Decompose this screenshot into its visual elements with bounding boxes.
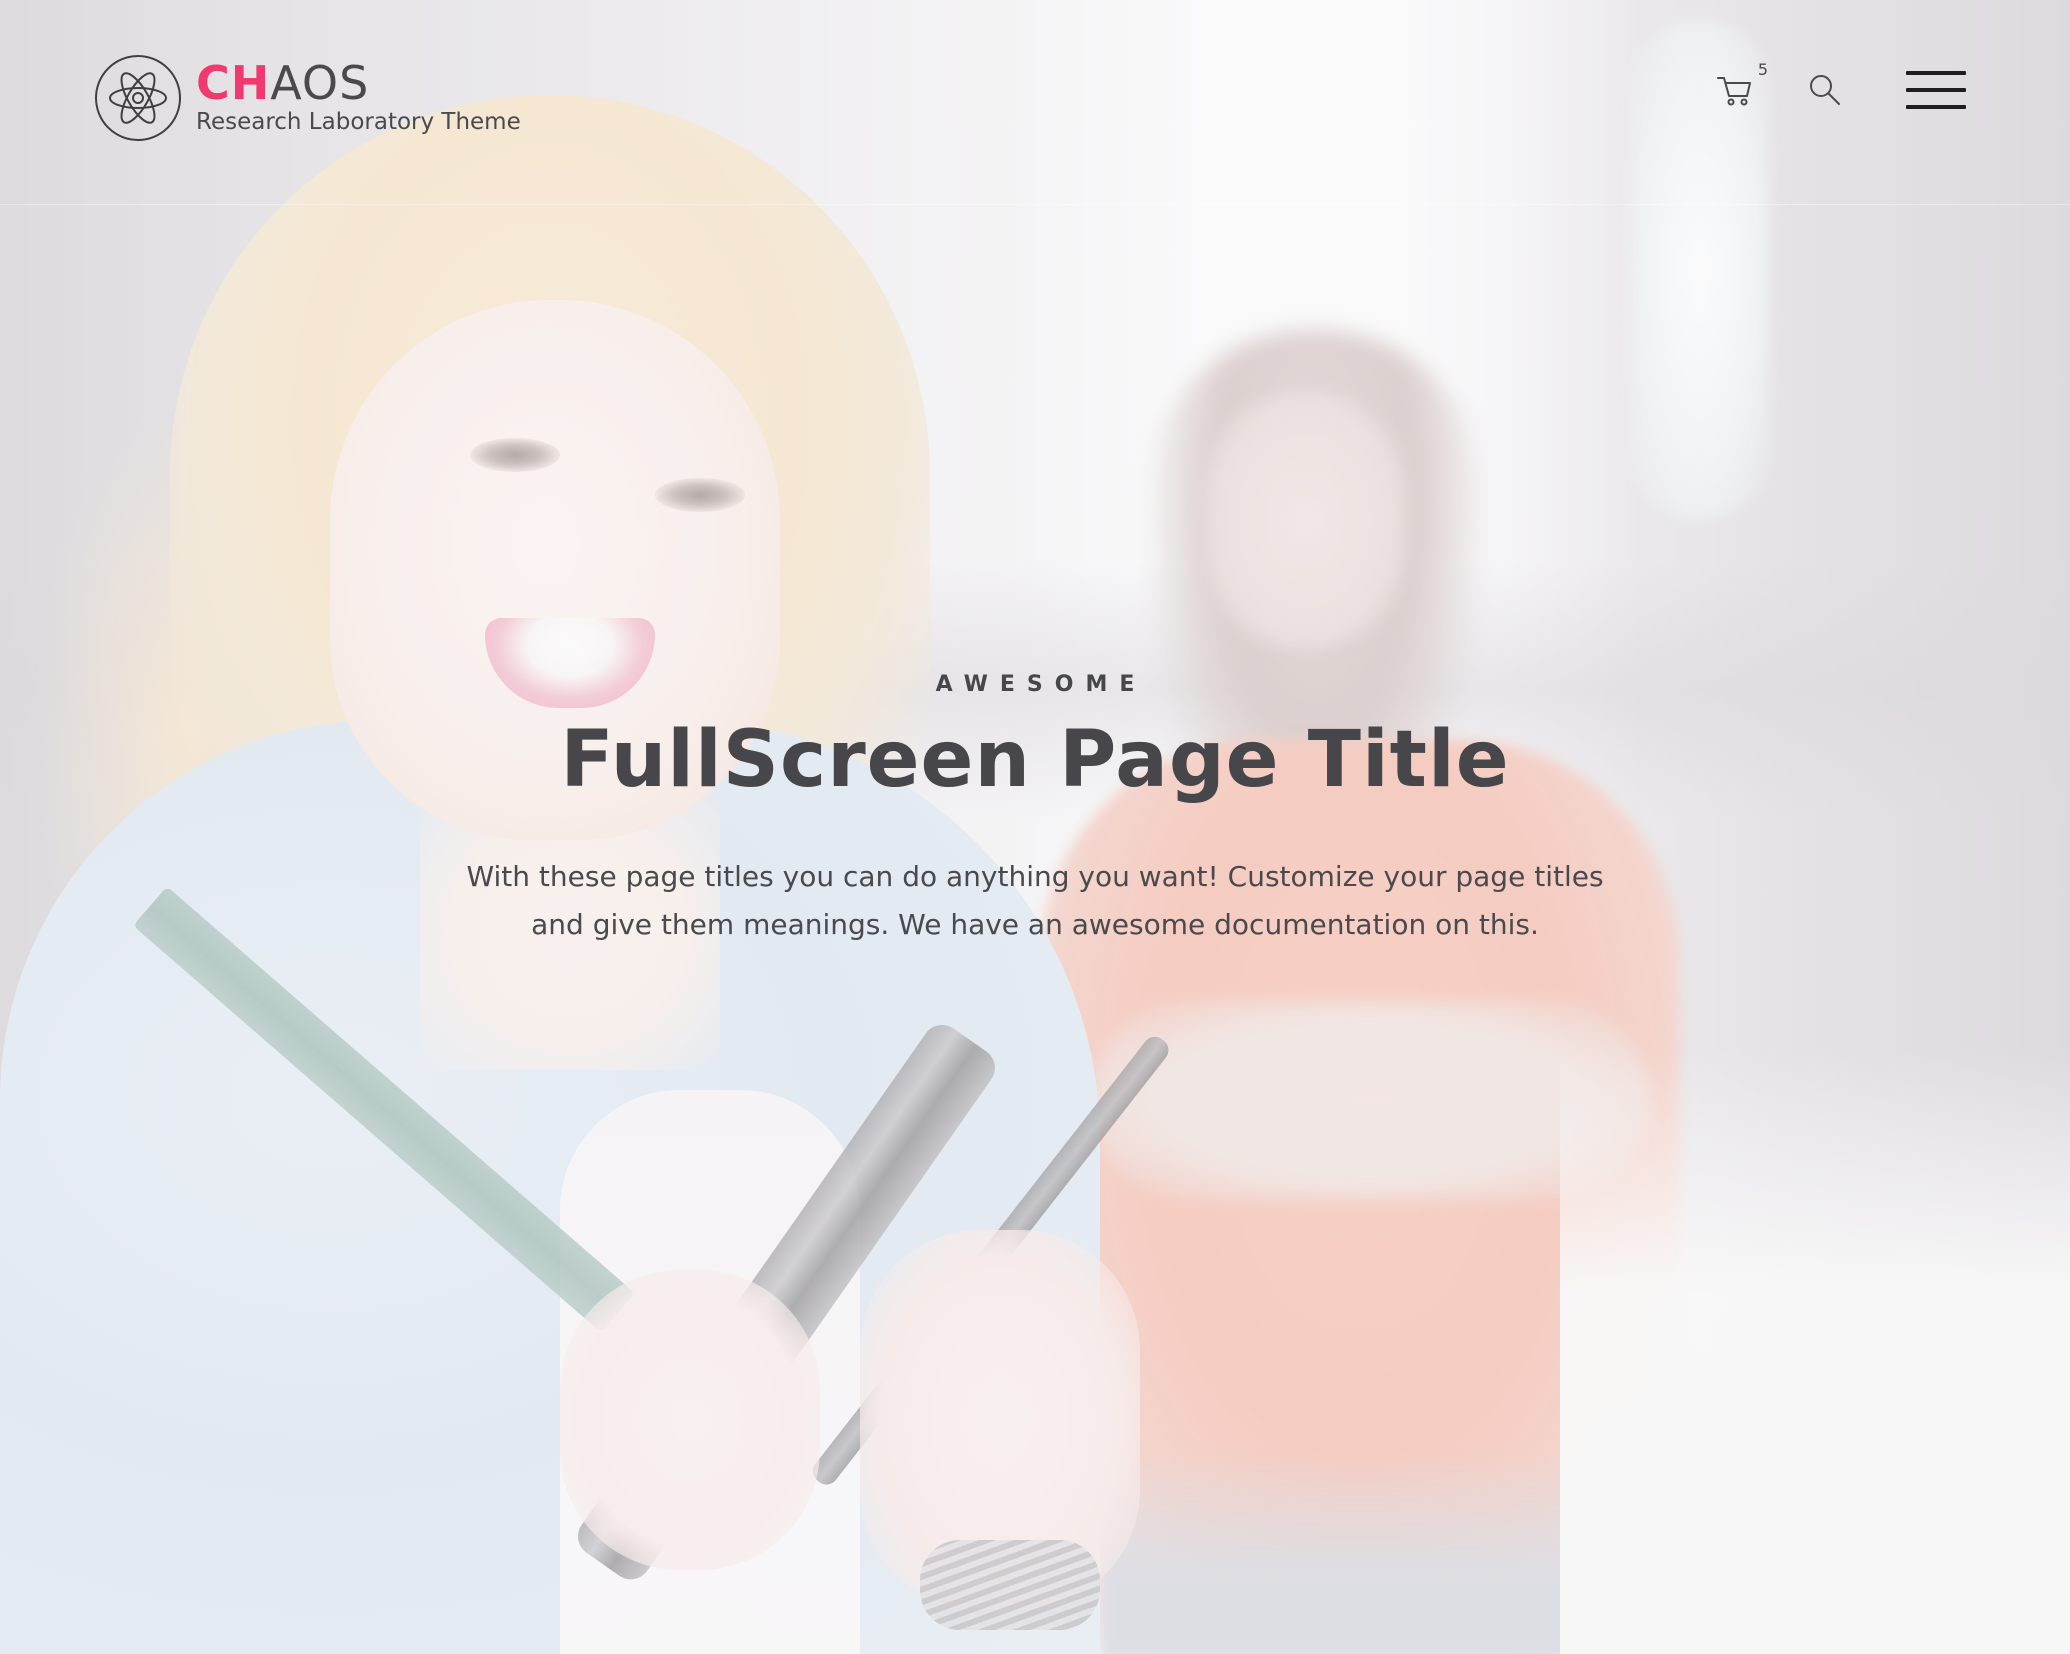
header-actions: 5 [1714, 60, 1966, 110]
page-title-block: AWESOME FullScreen Page Title With these… [0, 672, 2070, 949]
student-hand-right [860, 1230, 1140, 1610]
background-person-arms [1090, 1000, 1650, 1200]
brand-name-rest: AOS [270, 56, 370, 110]
cart-count-badge: 5 [1757, 60, 1768, 79]
bracelets [920, 1540, 1100, 1630]
atom-icon [95, 55, 181, 141]
logo-text: CHAOS Research Laboratory Theme [196, 60, 521, 135]
page-eyebrow: AWESOME [935, 672, 1147, 697]
pen [807, 1031, 1174, 1490]
brand-tagline: Research Laboratory Theme [196, 109, 521, 135]
hero-section: CHAOS Research Laboratory Theme 5 AWESOM… [0, 0, 2070, 1654]
page-title: FullScreen Page Title [560, 715, 1510, 805]
brand-name: CHAOS [196, 60, 521, 106]
background-person-face [1205, 390, 1405, 650]
site-header: CHAOS Research Laboratory Theme 5 [0, 0, 2070, 205]
menu-bar [1906, 71, 1966, 75]
page-description: With these page titles you can do anythi… [466, 860, 1604, 941]
student-eye-right [655, 478, 745, 512]
student-eye-left [470, 438, 560, 472]
menu-bar [1906, 88, 1966, 92]
tablet [570, 1017, 1003, 1588]
hamburger-menu-icon[interactable] [1906, 71, 1966, 109]
student-hand-left [560, 1270, 820, 1570]
student-shirt [560, 1090, 860, 1654]
background-person-legs [1100, 1450, 1600, 1654]
bag-strap [132, 886, 635, 1333]
cart-button[interactable]: 5 [1714, 60, 1768, 110]
site-logo[interactable]: CHAOS Research Laboratory Theme [94, 54, 521, 142]
brand-name-accent: CH [196, 56, 271, 110]
menu-bar [1906, 105, 1966, 109]
cart-icon [1717, 77, 1751, 106]
search-button[interactable] [1808, 73, 1842, 107]
search-icon [1810, 75, 1840, 105]
background-floor [1560, 1050, 2070, 1654]
